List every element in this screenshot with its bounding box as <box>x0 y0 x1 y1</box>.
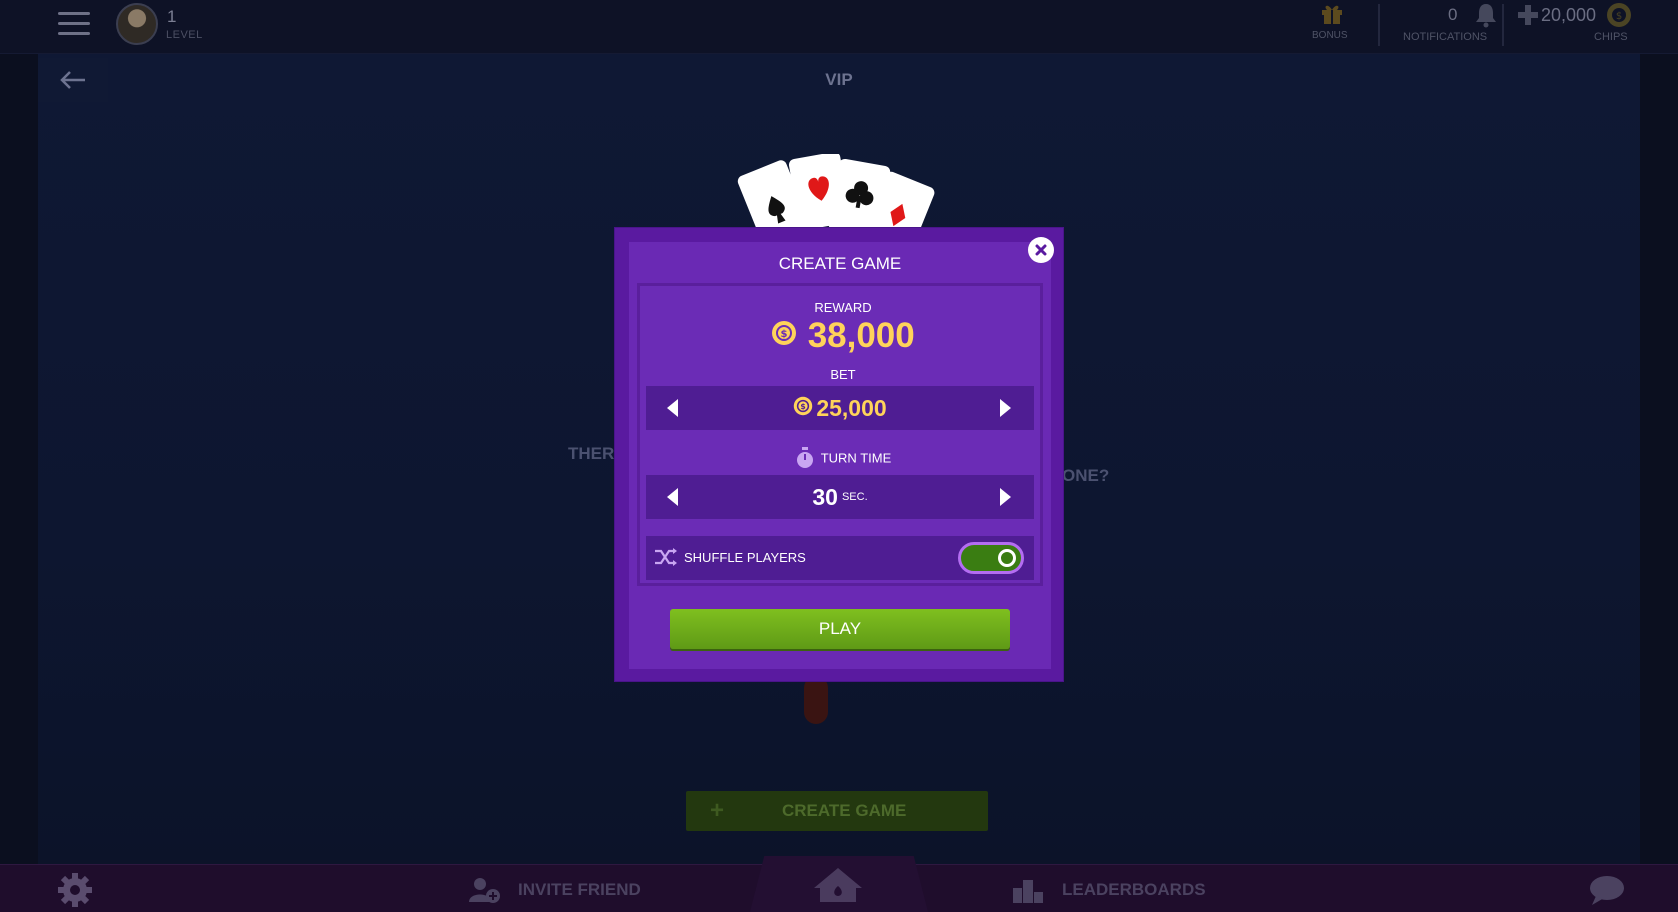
shuffle-players-label: SHUFFLE PLAYERS <box>684 550 806 565</box>
svg-text:$: $ <box>1616 11 1622 22</box>
turn-time-label: TURN TIME <box>820 450 892 466</box>
turn-time-unit: SEC. <box>841 491 868 503</box>
level-label: LEVEL <box>166 29 203 41</box>
shuffle-icon <box>655 548 677 566</box>
background-text-right: ONE? <box>1062 466 1110 485</box>
reward-label: REWARD <box>814 300 872 315</box>
leaderboards-label[interactable]: LEADERBOARDS <box>1062 880 1206 900</box>
chip-icon: $ <box>1607 3 1631 27</box>
gear-icon[interactable] <box>57 872 93 908</box>
page-title: VIP <box>825 70 853 89</box>
leaderboard-icon[interactable] <box>1012 876 1044 904</box>
playing-cards-illustration <box>737 154 935 228</box>
bet-value: 25,000 <box>816 395 887 421</box>
turn-time-value: 30 <box>812 484 838 510</box>
turn-time-header: TURN TIME <box>640 447 1046 473</box>
create-game-dialog: CREATE GAME REWARD $ 38,000 BET $ 25,000… <box>614 227 1064 682</box>
plus-icon[interactable] <box>1518 5 1538 25</box>
chat-icon[interactable] <box>1588 874 1626 906</box>
reward-value: 38,000 <box>807 316 915 355</box>
invite-friend-label[interactable]: INVITE FRIEND <box>518 880 641 900</box>
turn-time-display: 30 SEC. <box>686 475 994 519</box>
chevron-left-icon <box>667 488 678 506</box>
level-number: 1 <box>167 7 177 26</box>
avatar[interactable] <box>116 3 158 45</box>
chip-icon: $ <box>794 396 813 416</box>
invite-friend-icon[interactable] <box>467 876 501 904</box>
chip-icon: $ <box>772 321 797 345</box>
gift-icon[interactable] <box>1320 3 1344 25</box>
chips-amount: 20,000 <box>1541 5 1597 25</box>
settings-panel: REWARD $ 38,000 BET $ 25,000 TURN TIME 3… <box>637 283 1043 586</box>
dialog-title: CREATE GAME <box>778 254 902 273</box>
chevron-right-icon <box>1000 399 1011 417</box>
turn-time-stepper: 30 SEC. <box>646 475 1034 519</box>
top-bar: 1 LEVEL BONUS 0 NOTIFICATIONS 20,000 $ C… <box>0 0 1678 54</box>
bell-icon[interactable] <box>1474 2 1498 28</box>
bet-increase-button[interactable] <box>986 386 1026 430</box>
shuffle-players-row: SHUFFLE PLAYERS <box>646 536 1034 580</box>
create-game-button[interactable]: + CREATE GAME <box>686 791 988 831</box>
chevron-right-icon <box>1000 488 1011 506</box>
divider <box>1502 4 1504 46</box>
bet-stepper: $ 25,000 <box>646 386 1034 430</box>
divider <box>1378 4 1380 46</box>
shuffle-players-toggle[interactable] <box>958 542 1024 574</box>
mascot-tail <box>804 676 828 724</box>
chevron-left-icon <box>667 399 678 417</box>
notifications-count: 0 <box>1448 5 1458 24</box>
plus-icon: + <box>710 797 725 824</box>
turn-time-increase-button[interactable] <box>986 475 1026 519</box>
play-button[interactable]: PLAY <box>670 609 1010 649</box>
close-button[interactable] <box>1028 237 1054 263</box>
bonus-label: BONUS <box>1312 30 1348 41</box>
chips-label: CHIPS <box>1594 31 1628 43</box>
close-icon <box>1035 244 1047 256</box>
background-text-left: THER <box>568 444 615 463</box>
bet-label: BET <box>830 367 856 382</box>
notifications-label: NOTIFICATIONS <box>1403 31 1488 43</box>
home-icon[interactable] <box>812 866 864 904</box>
reward-row: $ 38,000 <box>640 316 1046 360</box>
svg-text:$: $ <box>801 402 806 411</box>
hamburger-icon[interactable] <box>58 12 90 38</box>
create-game-label: CREATE GAME <box>782 801 907 820</box>
stopwatch-icon <box>796 447 813 468</box>
bet-display: $ 25,000 <box>686 386 994 430</box>
toggle-knob <box>998 549 1016 567</box>
svg-text:$: $ <box>781 329 788 340</box>
